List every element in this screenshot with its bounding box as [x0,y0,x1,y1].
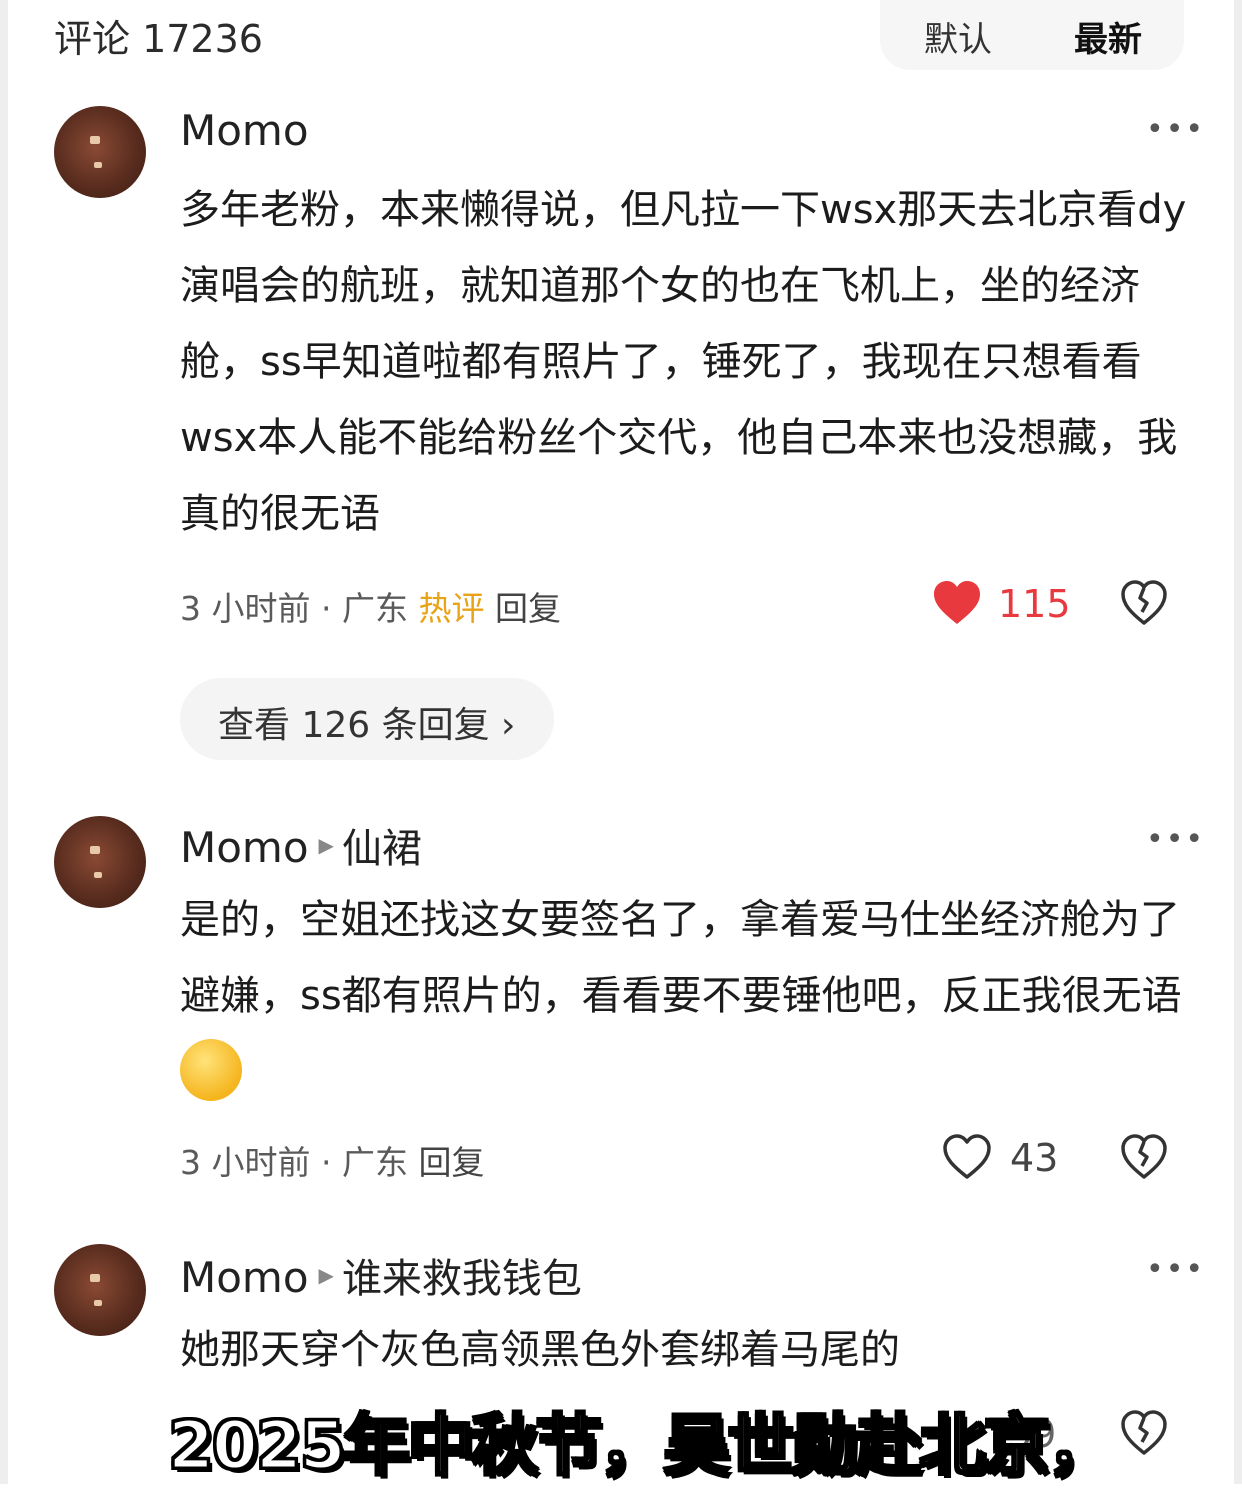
author-name[interactable]: Momo [180,106,309,155]
broken-heart-icon[interactable] [1120,1134,1168,1180]
avatar[interactable] [54,816,146,908]
comment-meta: 3 小时前 · 广东 回复 [180,1143,485,1182]
broken-heart-icon[interactable] [1120,1410,1168,1456]
sort-tabs: 默认 最新 [880,0,1184,70]
reply-arrow-icon: ▶ [318,832,334,857]
like-count: 43 [1010,1136,1059,1180]
heart-icon[interactable] [932,580,982,626]
crying-laughing-emoji [180,1039,242,1101]
video-subtitle: 2025年中秋节，吴世勋赴北京， [167,1406,1116,1486]
comment-location: 广东 [341,589,408,628]
comment-meta: 3 小时前 · 广东 热评 回复 [180,589,561,628]
comment-author[interactable]: Momo ▶ 谁来救我钱包 [180,1246,582,1304]
heart-icon[interactable] [942,1134,992,1180]
comment-text: 多年老粉，本来懒得说，但凡拉一下wsx那天去北京看dy演唱会的航班，就知道那个女… [180,187,1187,537]
more-dots-icon[interactable]: ••• [1146,1252,1205,1287]
comment-location: 广东 [341,1143,408,1182]
frame-edge-left [0,0,8,1484]
reply-to-name[interactable]: 谁来救我钱包 [342,1256,582,1302]
frame-edge-right [1234,0,1242,1484]
comment-time: 3 小时前 [180,589,311,628]
comments-count-title: 评论 17236 [54,17,263,61]
comment-text: 她那天穿个灰色高领黑色外套绑着马尾的 [180,1327,900,1373]
avatar[interactable] [54,1244,146,1336]
like-count: 115 [998,582,1071,626]
more-dots-icon[interactable]: ••• [1146,112,1205,147]
view-replies-label: 查看 126 条回复 › [218,705,516,746]
more-dots-icon[interactable]: ••• [1146,822,1205,857]
author-name[interactable]: Momo [180,823,309,872]
comment-author[interactable]: Momo [180,106,309,155]
reply-button[interactable]: 回复 [495,589,561,628]
reply-arrow-icon: ▶ [318,1262,334,1287]
reply-to-name[interactable]: 仙裙 [342,826,422,872]
author-name[interactable]: Momo [180,1253,309,1302]
sort-default-tab[interactable]: 默认 [924,12,992,61]
comment-text: 是的，空姐还找这女要签名了，拿着爱马仕坐经济舱为了避嫌，ss都有照片的，看看要不… [180,882,1190,1110]
hot-comment-badge: 热评 [418,589,485,628]
avatar[interactable] [54,106,146,198]
reply-button[interactable]: 回复 [418,1143,484,1182]
comment-time: 3 小时前 [180,1143,311,1182]
view-replies-button[interactable]: 查看 126 条回复 › [180,678,554,760]
broken-heart-icon[interactable] [1120,580,1168,626]
comment-author[interactable]: Momo ▶ 仙裙 [180,816,422,874]
sort-latest-tab[interactable]: 最新 [1074,12,1142,61]
